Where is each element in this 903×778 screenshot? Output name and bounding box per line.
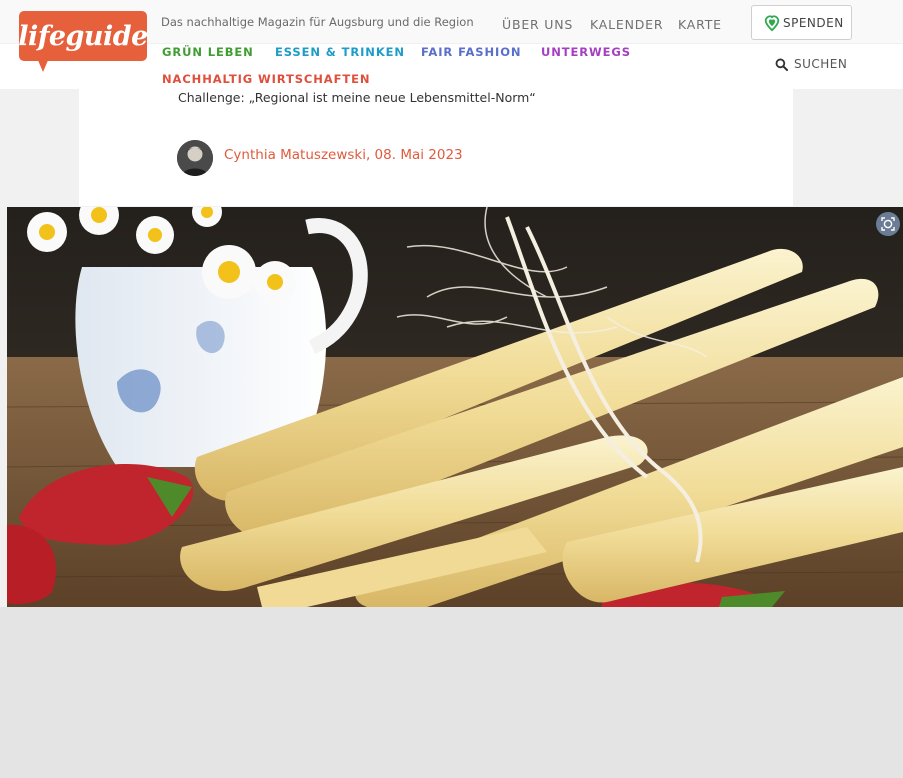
donate-button[interactable]: SPENDEN	[751, 5, 852, 40]
nav-link-ueber-uns[interactable]: ÜBER UNS	[502, 17, 573, 32]
logo-speech-tail	[37, 58, 49, 72]
search-label: SUCHEN	[794, 57, 848, 71]
page-gutter	[0, 88, 7, 208]
avatar[interactable]	[177, 140, 213, 176]
category-essen-trinken[interactable]: ESSEN & TRINKEN	[275, 45, 405, 59]
category-nachhaltig-wirtschaften[interactable]: NACHHALTIG WIRTSCHAFTEN	[162, 72, 370, 86]
site-tagline: Das nachhaltige Magazin für Augsburg und…	[161, 15, 474, 29]
category-gruen-leben[interactable]: GRÜN LEBEN	[162, 45, 254, 59]
search-button[interactable]: SUCHEN	[775, 57, 847, 71]
category-fair-fashion[interactable]: FAIR FASHION	[421, 45, 521, 59]
author-date-link[interactable]: Cynthia Matuszewski, 08. Mai 2023	[224, 147, 463, 163]
site-header: lifeguide Das nachhaltige Magazin für Au…	[0, 0, 903, 89]
article-subtitle: Challenge: „Regional ist meine neue Lebe…	[178, 90, 536, 105]
donate-label: SPENDEN	[783, 15, 844, 30]
nav-link-karte[interactable]: KARTE	[678, 17, 722, 32]
heart-pin-icon	[764, 14, 780, 31]
lens-icon[interactable]	[876, 212, 900, 236]
logo-text[interactable]: lifeguide	[18, 12, 148, 60]
hero-image-asparagus	[7, 207, 903, 607]
search-icon	[775, 58, 788, 71]
category-unterwegs[interactable]: UNTERWEGS	[541, 45, 631, 59]
nav-link-kalender[interactable]: KALENDER	[590, 17, 663, 32]
